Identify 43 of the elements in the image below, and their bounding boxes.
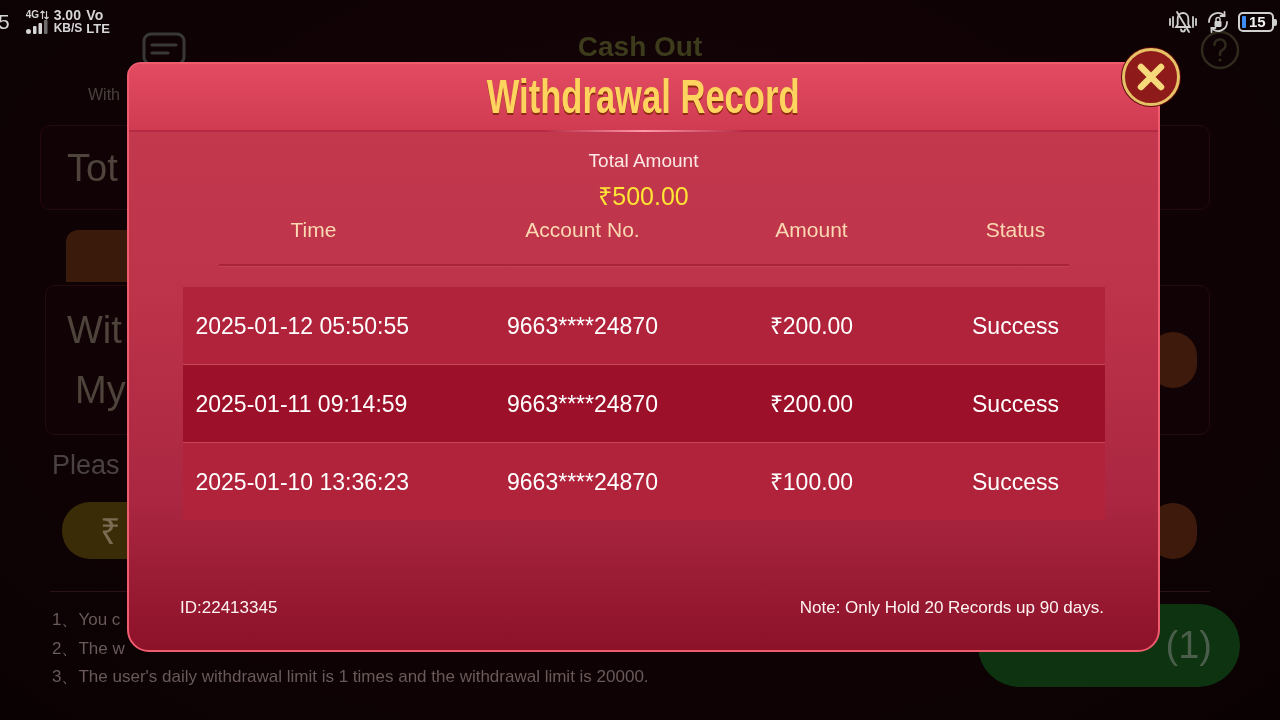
- close-icon: [1136, 62, 1166, 92]
- table-cell: ₹200.00: [769, 311, 854, 340]
- note-text: 3、The user's daily withdrawal limit is 1 times and the withdrawal limit is 20000.: [52, 666, 649, 688]
- table-cell: 2025-01-11 09:14:59: [195, 389, 408, 418]
- page-title: Cash Out: [577, 31, 703, 63]
- battery-fill-icon: [1242, 16, 1246, 28]
- network-type-text: 4G: [25, 10, 40, 20]
- total-label: Tot: [67, 145, 118, 190]
- volte-text: LTE: [86, 22, 110, 35]
- table-cell: 2025-01-12 05:50:55: [195, 311, 410, 340]
- data-arrows-icon: [40, 10, 50, 20]
- volte-text: Vo: [86, 9, 104, 22]
- column-header: Amount: [775, 217, 848, 243]
- prompt-text: Pleas: [52, 450, 120, 480]
- total-amount-label: Total Amount: [588, 149, 699, 173]
- table-cell: Success: [972, 389, 1059, 418]
- total-amount-value: ₹500.00: [598, 181, 689, 211]
- close-button[interactable]: [1122, 48, 1180, 106]
- tab-label[interactable]: With: [88, 84, 120, 106]
- table-cell: 2025-01-10 13:36:23: [195, 467, 410, 496]
- dialog-title: Withdrawal Record: [487, 70, 800, 124]
- speed-unit-text: KB/S: [53, 22, 83, 35]
- records-note: Note: Only Hold 20 Records up 90 days.: [799, 597, 1104, 619]
- column-header: Time: [290, 217, 337, 243]
- table-cell: ₹100.00: [769, 467, 854, 496]
- battery-percent: 15: [1249, 14, 1266, 30]
- column-header: Status: [985, 217, 1046, 243]
- rotation-lock-icon: [1206, 10, 1230, 34]
- table-cell: 9663****24870: [507, 311, 658, 340]
- signal-icon: [25, 20, 48, 34]
- table-cell: ₹200.00: [769, 389, 854, 418]
- table-cell: Success: [972, 311, 1059, 340]
- user-id-text: ID:22413345: [180, 597, 278, 619]
- note-text: 2、The w: [52, 637, 125, 660]
- table-cell: 9663****24870: [507, 389, 658, 418]
- table-cell: 9663****24870: [507, 467, 658, 496]
- data-speed-text: 3.00: [53, 9, 81, 22]
- withdraw-label: Wit: [67, 308, 122, 352]
- account-label: My: [75, 368, 126, 412]
- muted-bell-icon: [1168, 10, 1198, 34]
- column-header: Account No.: [525, 217, 640, 243]
- table-cell: Success: [972, 467, 1059, 496]
- note-text: 1、You c: [52, 609, 121, 631]
